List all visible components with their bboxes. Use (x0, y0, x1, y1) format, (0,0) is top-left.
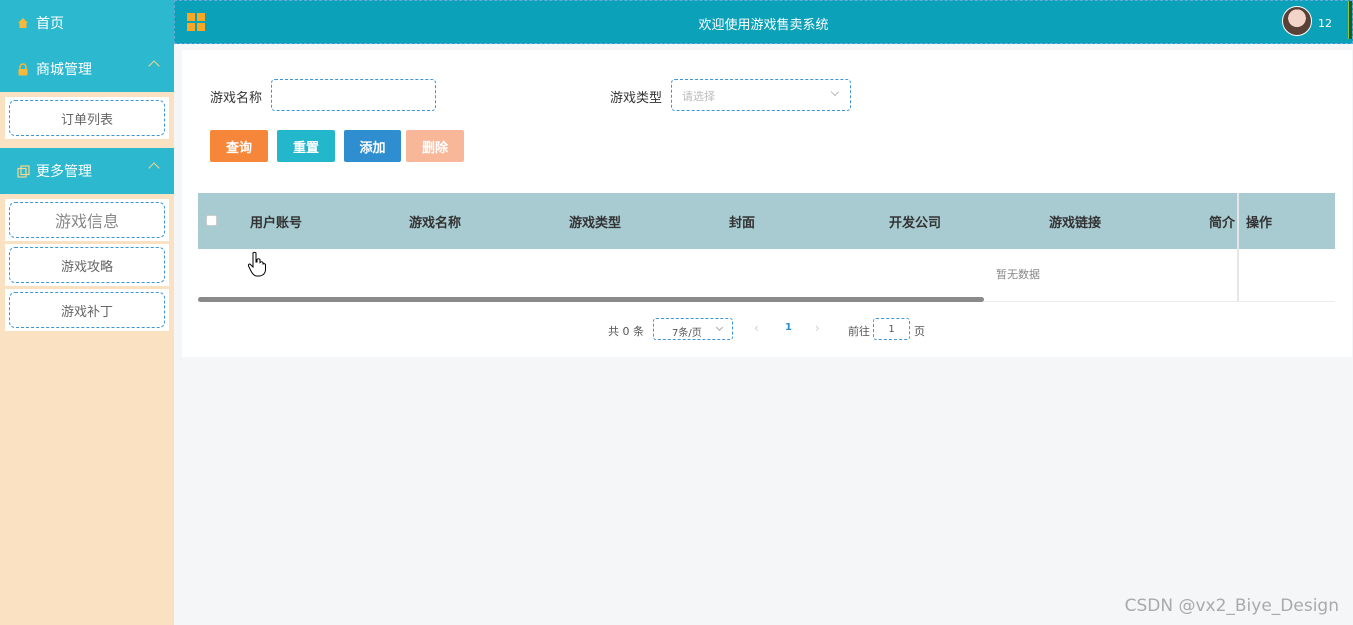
menu-item-home[interactable]: 首页 (0, 0, 174, 46)
game-name-label: 游戏名称 (210, 91, 263, 106)
chevron-up-icon (148, 60, 160, 72)
select-all-checkbox[interactable] (206, 215, 217, 226)
lock-icon (16, 62, 30, 76)
submenu-mall: 订单列表 (0, 92, 174, 144)
sidebar-item-label: 订单列表 (9, 100, 165, 136)
column-header[interactable]: 开发公司 (889, 212, 941, 231)
column-header[interactable]: 游戏链接 (1049, 212, 1101, 231)
sidebar-item-game-guides[interactable]: 游戏攻略 (5, 244, 169, 286)
game-type-label: 游戏类型 (610, 91, 663, 106)
hand-cursor-icon (247, 251, 266, 277)
sidebar-item-label: 游戏攻略 (9, 247, 165, 283)
column-header[interactable]: 简介 (1209, 212, 1235, 231)
column-header[interactable]: 用户账号 (250, 212, 302, 231)
game-type-select[interactable]: 请选择 (671, 79, 851, 111)
sidebar-item-label: 游戏信息 (9, 202, 165, 238)
sidebar-item-orders[interactable]: 订单列表 (5, 97, 169, 139)
column-header[interactable]: 封面 (729, 212, 755, 231)
column-header[interactable]: 游戏名称 (409, 212, 461, 231)
sidebar-item-game-patches[interactable]: 游戏补丁 (5, 289, 169, 331)
game-name-input[interactable] (271, 79, 436, 111)
fixed-column-divider (1237, 193, 1239, 301)
top-header: 欢迎使用游戏售卖系统 12 (174, 0, 1353, 44)
page-size-value: 7条/页 (672, 328, 702, 339)
page-size-select[interactable]: 7条/页 (653, 318, 733, 340)
menu-group-mall-label: 商城管理 (36, 62, 92, 78)
next-page-icon[interactable]: › (815, 321, 820, 335)
menu-group-mall[interactable]: 商城管理 (0, 46, 174, 92)
column-header[interactable]: 操作 (1246, 212, 1272, 231)
delete-button[interactable]: 删除 (406, 130, 464, 162)
game-type-placeholder: 请选择 (682, 90, 715, 103)
goto-label: 前往 (848, 325, 870, 338)
data-table: 用户账号 游戏名称 游戏类型 封面 开发公司 游戏链接 简介 操作 暂无数据 (198, 193, 1335, 302)
sidebar-item-label: 游戏补丁 (9, 292, 165, 328)
avatar[interactable] (1282, 6, 1312, 36)
menu-home-label: 首页 (36, 16, 64, 32)
header-title: 欢迎使用游戏售卖系统 (698, 18, 829, 33)
submenu-more: 游戏信息 游戏攻略 游戏补丁 (0, 194, 174, 336)
query-button[interactable]: 查询 (210, 130, 268, 162)
chevron-down-icon (715, 323, 724, 332)
pagination-total: 共 0 条 (608, 325, 644, 338)
empty-state-text: 暂无数据 (996, 268, 1040, 281)
copy-icon (16, 164, 30, 178)
home-icon (16, 16, 30, 30)
goto-page-input[interactable]: 1 (873, 318, 910, 340)
menu-group-more-label: 更多管理 (36, 164, 92, 180)
chevron-down-icon (830, 87, 840, 97)
page-suffix: 页 (914, 325, 925, 338)
chevron-up-icon (148, 162, 160, 174)
pagination: 共 0 条 7条/页 ‹ 1 › 前往 1 页 (182, 317, 1352, 341)
reset-button[interactable]: 重置 (277, 130, 335, 162)
menu-group-more[interactable]: 更多管理 (0, 148, 174, 194)
table-header: 用户账号 游戏名称 游戏类型 封面 开发公司 游戏链接 简介 操作 (198, 193, 1335, 249)
user-label[interactable]: 12 (1318, 17, 1332, 30)
prev-page-icon[interactable]: ‹ (754, 321, 759, 335)
sidebar: 首页 商城管理 订单列表 更多管理 游戏信息 游戏攻略 游戏补丁 (0, 0, 174, 625)
main-panel: 游戏名称 游戏类型 请选择 查询 重置 添加 删除 用户账号 游戏名称 游戏类型… (182, 50, 1352, 357)
add-button[interactable]: 添加 (344, 130, 401, 162)
column-header[interactable]: 游戏类型 (569, 212, 621, 231)
horizontal-scrollbar[interactable] (198, 297, 984, 302)
current-page[interactable]: 1 (785, 322, 792, 333)
header-edge-mark (1348, 1, 1352, 39)
watermark: CSDN @vx2_Biye_Design (1124, 596, 1339, 616)
sidebar-item-game-info[interactable]: 游戏信息 (5, 199, 169, 241)
